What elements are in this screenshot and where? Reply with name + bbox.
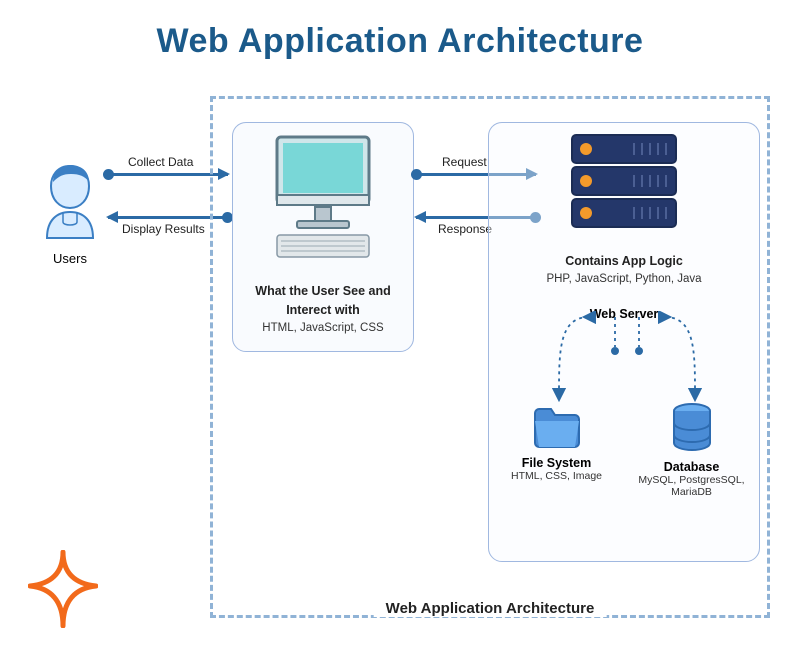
backend-logic-sub: PHP, JavaScript, Python, Java	[489, 273, 759, 285]
server-stack-icon	[554, 129, 694, 239]
database-icon	[664, 401, 720, 455]
frontend-caption: What the User See and Interect with	[233, 282, 413, 320]
user-icon	[35, 160, 105, 240]
frontend-panel: What the User See and Interect with HTML…	[232, 122, 414, 352]
frontend-sub: HTML, JavaScript, CSS	[233, 322, 413, 334]
database-block: Database MySQL, PostgresSQL, MariaDB	[624, 401, 759, 498]
frontend-caption-l1: What the User See and	[255, 284, 390, 298]
arrow-label-response: Response	[438, 222, 492, 236]
backend-panel: Contains App Logic PHP, JavaScript, Pyth…	[488, 122, 760, 562]
filesystem-sub: HTML, CSS, Image	[489, 470, 624, 482]
users-label: Users	[20, 251, 120, 266]
filesystem-title: File System	[489, 456, 624, 470]
arrow-label-display: Display Results	[122, 222, 205, 236]
folder-icon	[529, 401, 585, 451]
database-title: Database	[624, 460, 759, 474]
arrow-label-request: Request	[442, 155, 487, 169]
file-system-block: File System HTML, CSS, Image	[489, 401, 624, 498]
computer-monitor-icon	[253, 129, 393, 269]
frontend-caption-l2: Interect with	[286, 303, 360, 317]
brand-logo-icon	[28, 550, 98, 628]
database-sub: MySQL, PostgresSQL, MariaDB	[624, 474, 759, 498]
diagram-title: Web Application Architecture	[0, 0, 800, 61]
arrow-label-collect: Collect Data	[128, 155, 193, 169]
backend-logic-caption: Contains App Logic	[489, 252, 759, 271]
architecture-boundary-label: Web Application Architecture	[374, 600, 607, 617]
